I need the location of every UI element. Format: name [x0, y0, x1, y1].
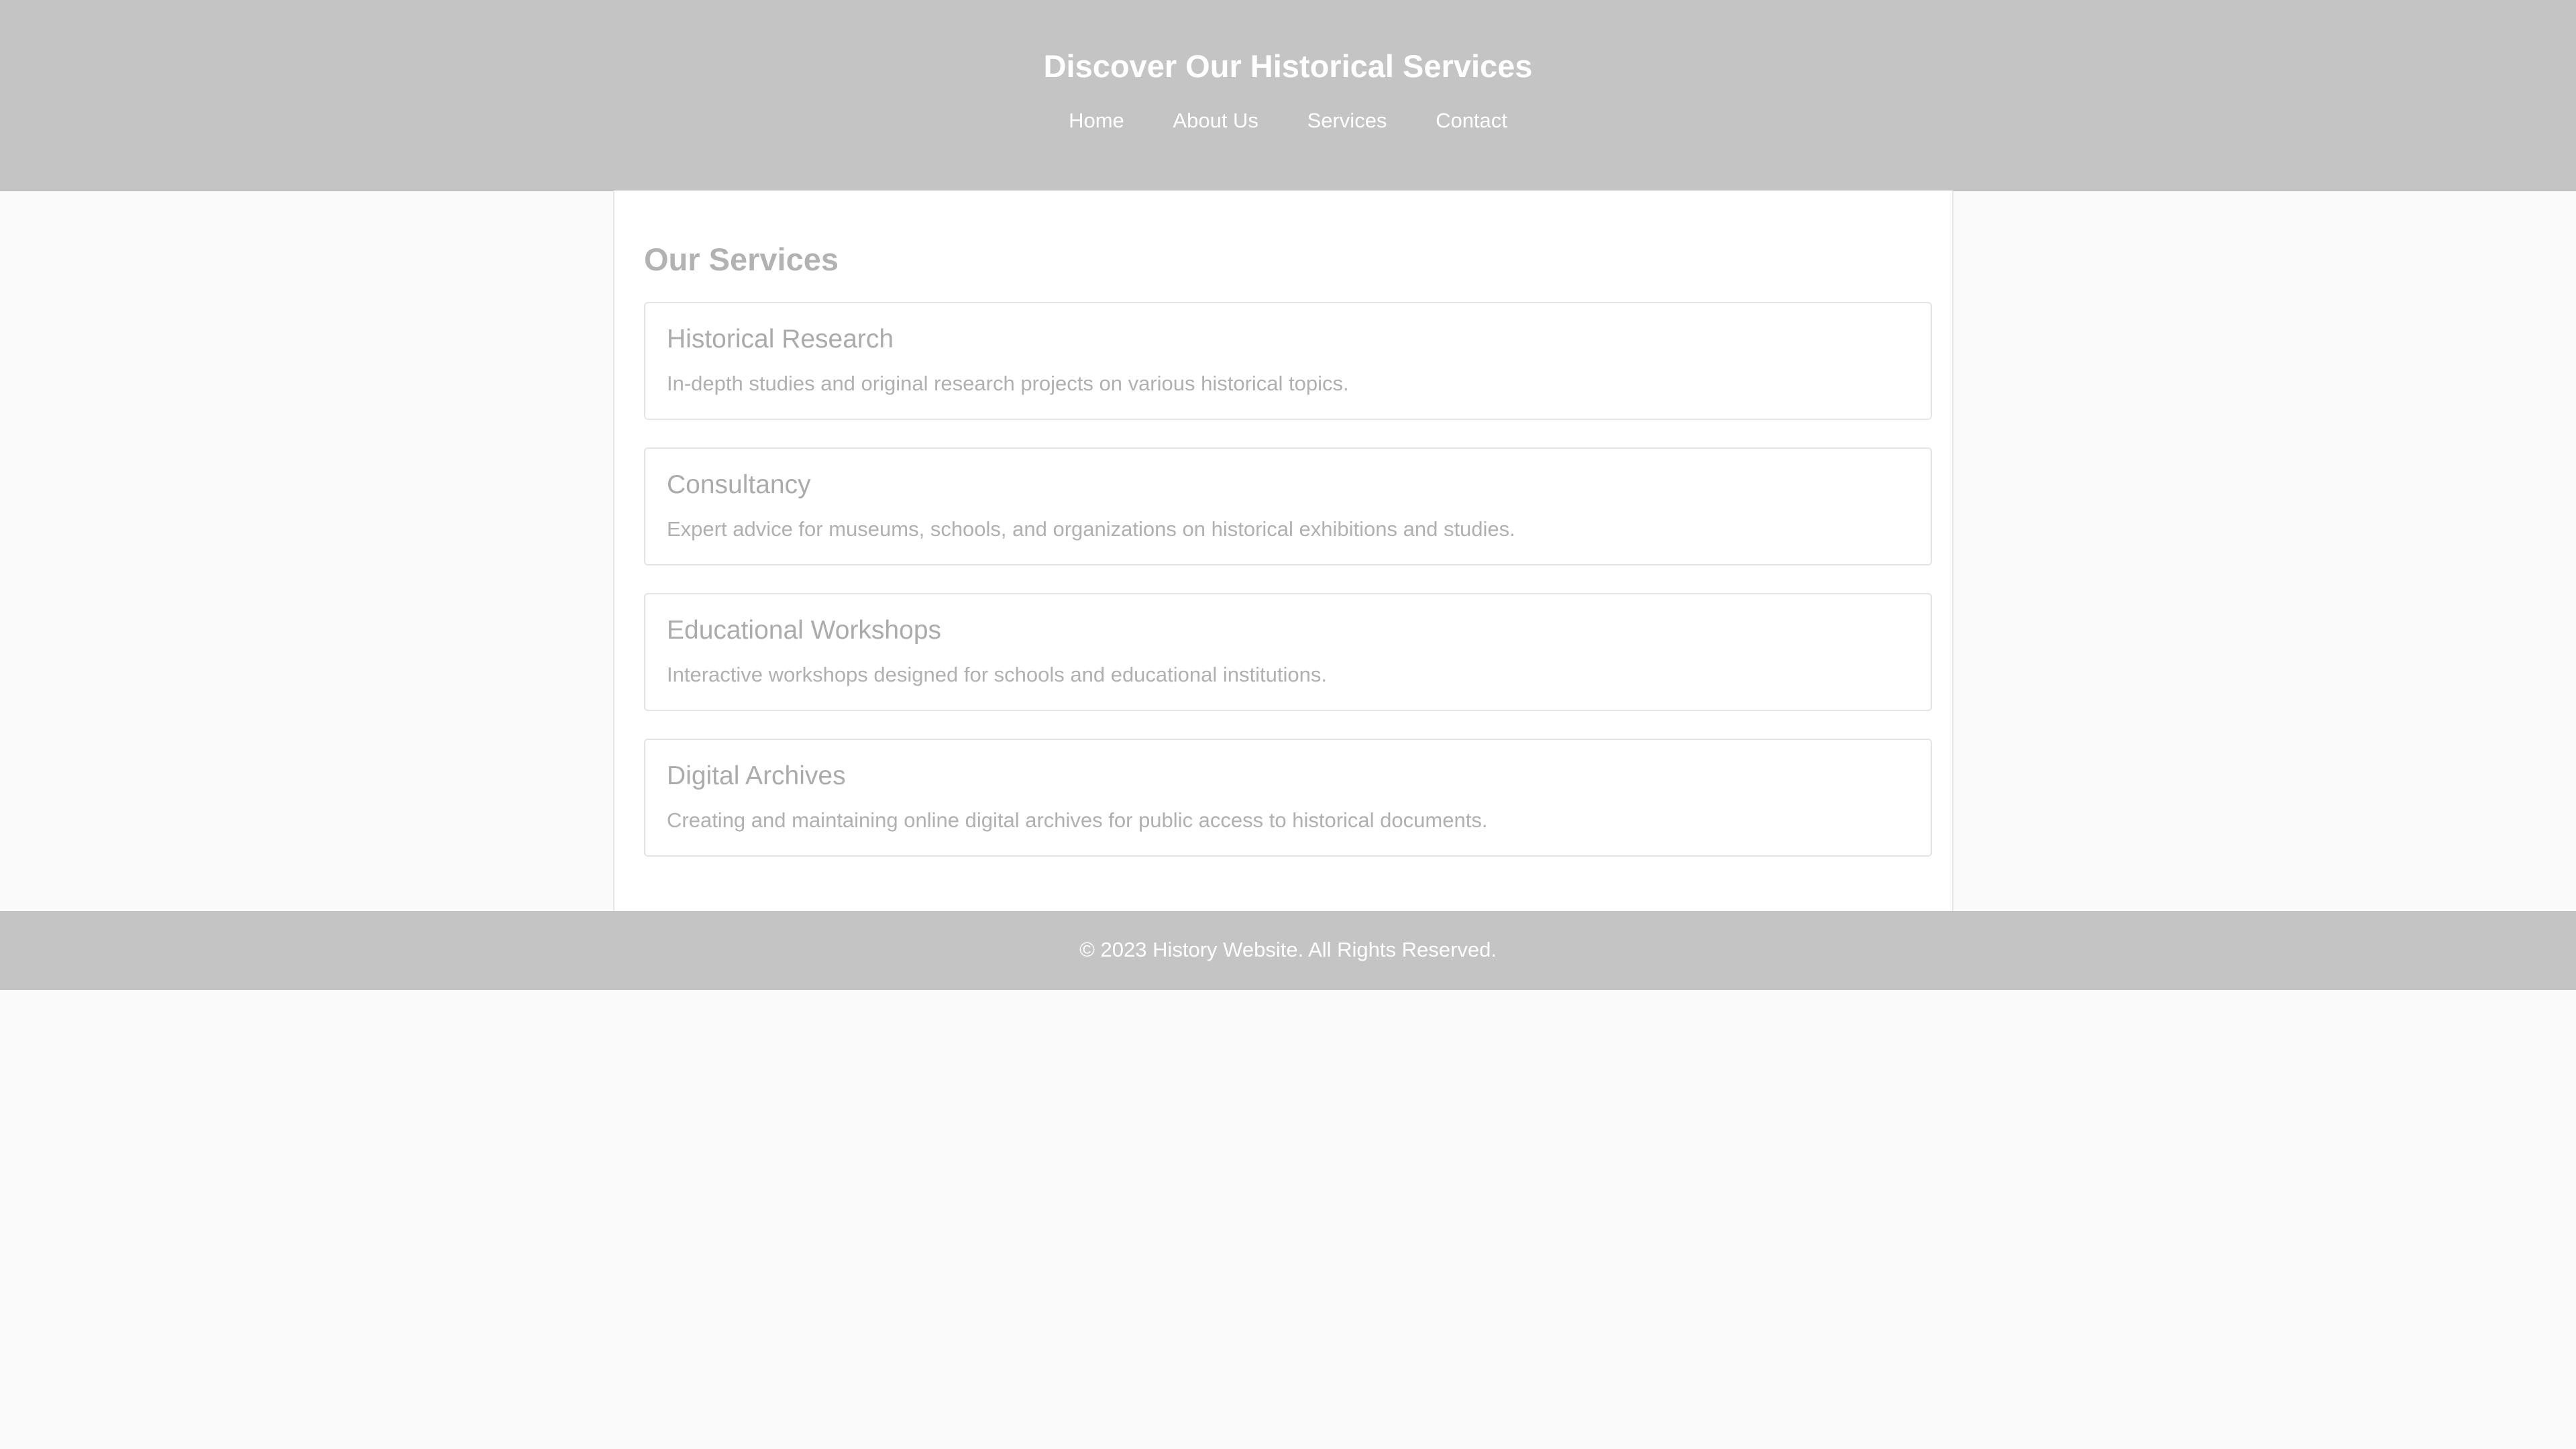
site-footer: © 2023 History Website. All Rights Reser… — [0, 911, 2576, 990]
copyright-text: © 2023 History Website. All Rights Reser… — [1079, 938, 1497, 961]
service-card-consultancy: Consultancy Expert advice for museums, s… — [644, 447, 1932, 566]
service-description: Creating and maintaining online digital … — [667, 808, 1488, 832]
nav-link-services[interactable]: Services — [1307, 107, 1387, 134]
nav-link-contact[interactable]: Contact — [1436, 107, 1507, 134]
section-title: Our Services — [644, 241, 839, 277]
service-description: In-depth studies and original research p… — [667, 372, 1349, 395]
service-card-educational-workshops: Educational Workshops Interactive worksh… — [644, 593, 1932, 711]
service-title: Consultancy — [667, 470, 811, 499]
service-card-digital-archives: Digital Archives Creating and maintainin… — [644, 739, 1932, 857]
nav-link-home[interactable]: Home — [1069, 107, 1124, 134]
service-title: Educational Workshops — [667, 616, 942, 645]
service-title: Digital Archives — [667, 761, 846, 790]
service-title: Historical Research — [667, 325, 894, 354]
service-description: Interactive workshops designed for schoo… — [667, 663, 1327, 686]
main-nav: Home About Us Services Contact — [0, 107, 2576, 134]
site-header: Discover Our Historical Services Home Ab… — [0, 0, 2576, 191]
service-description: Expert advice for museums, schools, and … — [667, 517, 1515, 541]
page-title: Discover Our Historical Services — [1043, 48, 1533, 84]
main-content: Our Services Historical Research In-dept… — [613, 191, 1953, 911]
nav-link-about-us[interactable]: About Us — [1173, 107, 1258, 134]
service-card-historical-research: Historical Research In-depth studies and… — [644, 302, 1932, 420]
